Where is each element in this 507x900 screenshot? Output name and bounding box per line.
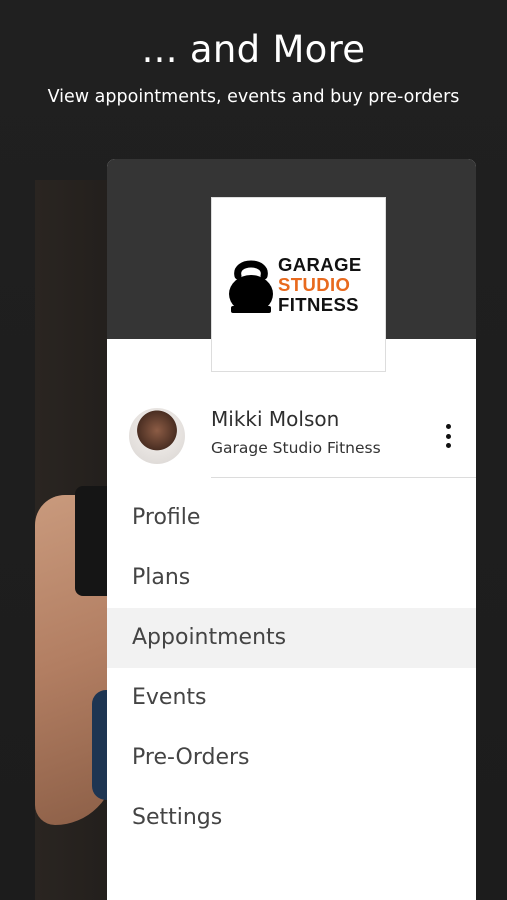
avatar xyxy=(129,408,185,464)
gym-logo: GARAGE STUDIO FITNESS xyxy=(211,197,386,372)
logo-line-studio: STUDIO xyxy=(278,274,351,295)
user-gym-name: Garage Studio Fitness xyxy=(211,439,381,457)
promo-subtitle: View appointments, events and buy pre-or… xyxy=(47,87,460,107)
user-account-row[interactable]: Mikki Molson Garage Studio Fitness xyxy=(107,397,476,477)
divider xyxy=(211,477,476,478)
menu-item-settings[interactable]: Settings xyxy=(107,788,476,848)
menu-item-profile[interactable]: Profile xyxy=(107,488,476,548)
menu-item-plans[interactable]: Plans xyxy=(107,548,476,608)
user-name: Mikki Molson xyxy=(211,407,340,431)
promo-screen: ... and More View appointments, events a… xyxy=(0,0,507,900)
navigation-drawer: GARAGE STUDIO FITNESS Mikki Molson Garag… xyxy=(107,159,476,900)
menu-item-events[interactable]: Events xyxy=(107,668,476,728)
menu-item-pre-orders[interactable]: Pre-Orders xyxy=(107,728,476,788)
more-options-icon[interactable] xyxy=(437,421,459,451)
promo-title: ... and More xyxy=(141,28,366,71)
logo-line-garage: GARAGE xyxy=(278,254,362,275)
kettlebell-icon xyxy=(229,260,273,313)
gym-logo-text: GARAGE STUDIO FITNESS xyxy=(278,255,362,315)
menu-item-appointments[interactable]: Appointments xyxy=(107,608,476,668)
logo-line-fitness: FITNESS xyxy=(278,294,359,315)
drawer-menu: Profile Plans Appointments Events Pre-Or… xyxy=(107,488,476,848)
